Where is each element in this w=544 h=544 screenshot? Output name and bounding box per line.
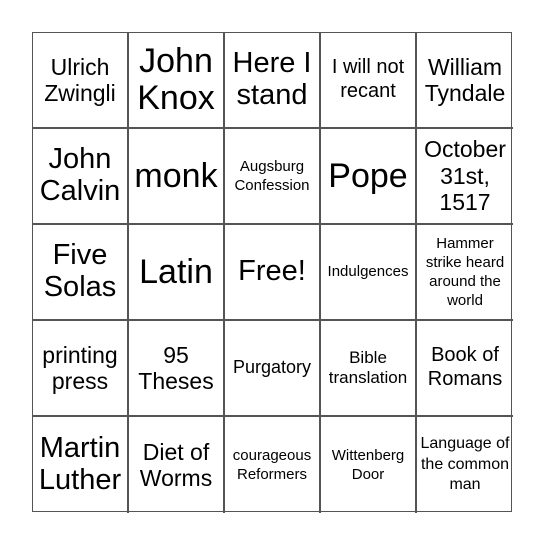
free-space[interactable]: Free! — [225, 225, 321, 321]
cell-label: Book of Romans — [427, 344, 503, 390]
bingo-cell[interactable]: courageous Reformers — [225, 417, 321, 513]
bingo-cell[interactable]: printing press — [33, 321, 129, 417]
cell-label: monk — [134, 156, 218, 195]
cell-label: John Calvin — [39, 143, 121, 207]
bingo-cell[interactable]: monk — [129, 129, 225, 225]
bingo-cell[interactable]: Pope — [321, 129, 417, 225]
bingo-cell[interactable]: Hammer strike heard around the world — [417, 225, 513, 321]
bingo-cell[interactable]: Ulrich Zwingli — [33, 33, 129, 129]
cell-label: William Tyndale — [424, 53, 506, 106]
bingo-cell[interactable]: 95 Theses — [129, 321, 225, 417]
bingo-cell[interactable]: Here I stand — [225, 33, 321, 129]
bingo-cell[interactable]: Purgatory — [225, 321, 321, 417]
bingo-cell[interactable]: Wittenberg Door — [321, 417, 417, 513]
bingo-cell[interactable]: John Knox — [129, 33, 225, 129]
bingo-cell[interactable]: William Tyndale — [417, 33, 513, 129]
bingo-cell[interactable]: I will not recant — [321, 33, 417, 129]
cell-label: courageous Reformers — [232, 446, 312, 483]
bingo-cell[interactable]: Indulgences — [321, 225, 417, 321]
bingo-cell[interactable]: October 31st, 1517 — [417, 129, 513, 225]
cell-label: Hammer strike heard around the world — [425, 234, 505, 310]
cell-label: Ulrich Zwingli — [44, 53, 116, 106]
cell-label: printing press — [42, 341, 118, 394]
bingo-cell[interactable]: Augsburg Confession — [225, 129, 321, 225]
cell-label: Purgatory — [232, 357, 312, 378]
cell-label: Language of the common man — [420, 435, 510, 494]
cell-label: Bible translation — [328, 347, 408, 387]
cell-label: Pope — [328, 156, 408, 195]
bingo-cell[interactable]: Diet of Worms — [129, 417, 225, 513]
bingo-cell[interactable]: Five Solas — [33, 225, 129, 321]
bingo-cell[interactable]: Language of the common man — [417, 417, 513, 513]
cell-label: John Knox — [137, 42, 215, 117]
bingo-cell[interactable]: Book of Romans — [417, 321, 513, 417]
cell-label: I will not recant — [331, 56, 405, 102]
free-space-label: Free! — [238, 255, 306, 288]
cell-label: Here I stand — [232, 47, 312, 111]
bingo-cell[interactable]: Bible translation — [321, 321, 417, 417]
bingo-cell[interactable]: Martin Luther — [33, 417, 129, 513]
cell-label: 95 Theses — [138, 341, 214, 394]
cell-label: Wittenberg Door — [331, 446, 405, 483]
cell-label: Diet of Worms — [139, 438, 213, 491]
cell-label: Five Solas — [43, 239, 117, 303]
bingo-cell[interactable]: Latin — [129, 225, 225, 321]
cell-label: October 31st, 1517 — [424, 136, 506, 216]
cell-label: Indulgences — [327, 263, 409, 281]
bingo-card: Ulrich Zwingli John Knox Here I stand I … — [32, 32, 513, 513]
bingo-cell[interactable]: John Calvin — [33, 129, 129, 225]
cell-label: Augsburg Confession — [234, 157, 310, 194]
cell-label: Latin — [139, 252, 213, 291]
cell-label: Martin Luther — [38, 432, 122, 496]
